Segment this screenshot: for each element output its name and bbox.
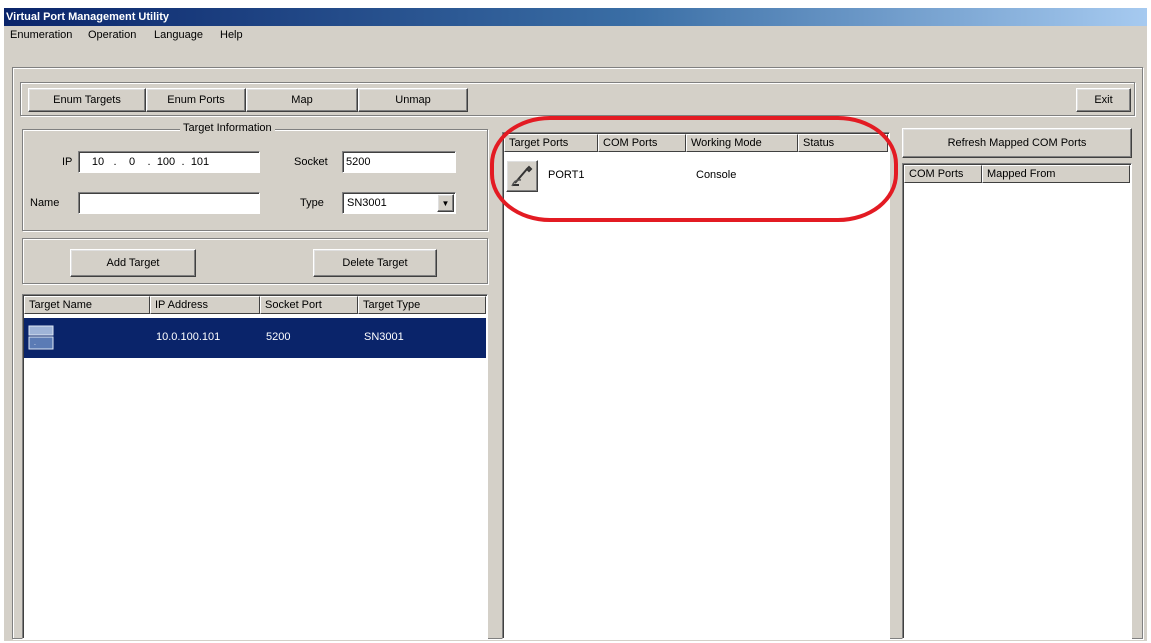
row-ip: 10.0.100.101 xyxy=(156,331,221,343)
menu-bar: Enumeration Operation Language Help xyxy=(4,26,1147,46)
row-port: PORT1 xyxy=(548,169,585,181)
refresh-mapped-com-ports-button[interactable]: Refresh Mapped COM Ports xyxy=(902,128,1132,158)
targets-list-header: Target Name IP Address Socket Port Targe… xyxy=(24,296,486,314)
menu-operation[interactable]: Operation xyxy=(88,29,136,41)
menu-enumeration[interactable]: Enumeration xyxy=(10,29,72,41)
col-mapped-com-ports[interactable]: COM Ports xyxy=(904,165,982,183)
ip-octet-2: 0 xyxy=(128,156,136,168)
table-row[interactable]: · 10.0.100.101 5200 SN3001 xyxy=(24,318,486,358)
window-title: Virtual Port Management Utility xyxy=(4,8,1147,26)
unmap-button[interactable]: Unmap xyxy=(358,88,468,112)
col-ip-address[interactable]: IP Address xyxy=(150,296,260,314)
target-info-group xyxy=(22,129,488,231)
device-icon: · xyxy=(28,324,56,352)
col-status[interactable]: Status xyxy=(798,134,888,152)
col-working-mode[interactable]: Working Mode xyxy=(686,134,798,152)
col-mapped-from[interactable]: Mapped From xyxy=(982,165,1130,183)
row-mode: Console xyxy=(696,169,737,181)
row-type: SN3001 xyxy=(364,331,404,343)
menu-language[interactable]: Language xyxy=(154,29,203,41)
exit-button[interactable]: Exit xyxy=(1076,88,1131,112)
add-target-button[interactable]: Add Target xyxy=(70,249,196,277)
mapped-ports-header: COM Ports Mapped From xyxy=(904,165,1130,183)
delete-target-button[interactable]: Delete Target xyxy=(313,249,437,277)
port-icon xyxy=(506,160,538,192)
row-socket: 5200 xyxy=(266,331,291,343)
col-socket-port[interactable]: Socket Port xyxy=(260,296,358,314)
socket-input[interactable]: 5200 xyxy=(342,151,456,173)
svg-text:·: · xyxy=(34,342,36,349)
enum-ports-button[interactable]: Enum Ports xyxy=(146,88,246,112)
ip-label: IP xyxy=(62,156,73,168)
col-target-ports[interactable]: Target Ports xyxy=(504,134,598,152)
type-selected-value: SN3001 xyxy=(347,197,387,209)
map-button[interactable]: Map xyxy=(246,88,358,112)
target-info-legend: Target Information xyxy=(180,122,275,134)
socket-label: Socket xyxy=(294,156,328,168)
ip-octet-4: 101 xyxy=(190,156,210,168)
col-com-ports[interactable]: COM Ports xyxy=(598,134,686,152)
type-label: Type xyxy=(300,197,324,209)
col-target-type[interactable]: Target Type xyxy=(358,296,486,314)
ports-list[interactable] xyxy=(502,132,890,639)
menu-help[interactable]: Help xyxy=(220,29,243,41)
chevron-down-icon[interactable]: ▼ xyxy=(437,194,454,212)
ip-address-field[interactable]: 10. 0. 100. 101 xyxy=(78,151,260,173)
name-label: Name xyxy=(30,197,60,209)
table-row[interactable]: PORT1 Console xyxy=(504,156,888,196)
ports-list-header: Target Ports COM Ports Working Mode Stat… xyxy=(504,134,888,152)
ip-octet-1: 10 xyxy=(91,156,105,168)
name-input[interactable] xyxy=(78,192,260,214)
enum-targets-button[interactable]: Enum Targets xyxy=(28,88,146,112)
col-target-name[interactable]: Target Name xyxy=(24,296,150,314)
ip-octet-3: 100 xyxy=(156,156,176,168)
mapped-ports-list[interactable] xyxy=(902,163,1132,639)
